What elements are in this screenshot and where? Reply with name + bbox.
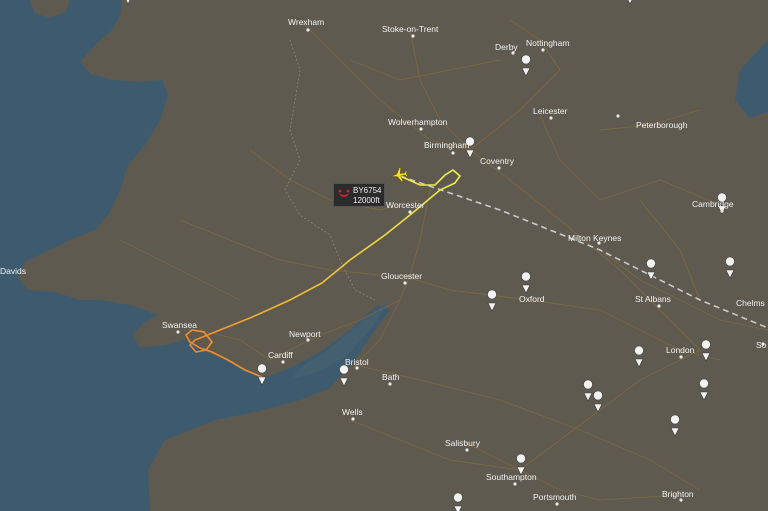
city-label: Birmingham <box>424 140 469 150</box>
flight-altitude: 12000ft <box>353 195 380 205</box>
city-label: Oxford <box>519 294 545 304</box>
map-canvas[interactable]: Wrexham Stoke-on-Trent Derby Nottingham … <box>0 0 768 511</box>
city-label: Cambridge <box>692 199 734 209</box>
flight-callsign: BY6754 <box>353 186 382 195</box>
city-label: So <box>756 340 767 350</box>
city-label: Swansea <box>162 320 197 330</box>
city-label: Southampton <box>486 472 537 482</box>
city-label: Nottingham <box>526 38 569 48</box>
city-label: Milton Keynes <box>568 233 621 243</box>
city-label: Brighton <box>662 489 694 499</box>
city-label: London <box>666 345 695 355</box>
city-label: Bristol <box>345 357 369 367</box>
city-label: Wrexham <box>288 17 324 27</box>
city-label: Portsmouth <box>533 492 577 502</box>
city-label: Davids <box>0 266 26 276</box>
airline-logo-icon <box>338 189 350 197</box>
city-label: Coventry <box>480 156 515 166</box>
city-label: Salisbury <box>445 438 481 448</box>
city-label: Chelms <box>736 298 765 308</box>
city-label: Wells <box>342 407 363 417</box>
city-label: Gloucester <box>381 271 422 281</box>
city-label: Cardiff <box>268 350 294 360</box>
city-label: Worcester <box>386 200 425 210</box>
city-label: St Albans <box>635 294 671 304</box>
city-label: Stoke-on-Trent <box>382 24 439 34</box>
city-label: Derby <box>495 42 518 52</box>
city-label: Wolverhampton <box>388 117 448 127</box>
city-label: Leicester <box>533 106 568 116</box>
city-label: Bath <box>382 372 400 382</box>
flight-label-text: BY6754 12000ft <box>353 186 381 205</box>
city-label: Peterborough <box>636 120 688 130</box>
city-label: Newport <box>289 329 321 339</box>
flight-label[interactable]: BY6754 12000ft <box>333 183 385 207</box>
